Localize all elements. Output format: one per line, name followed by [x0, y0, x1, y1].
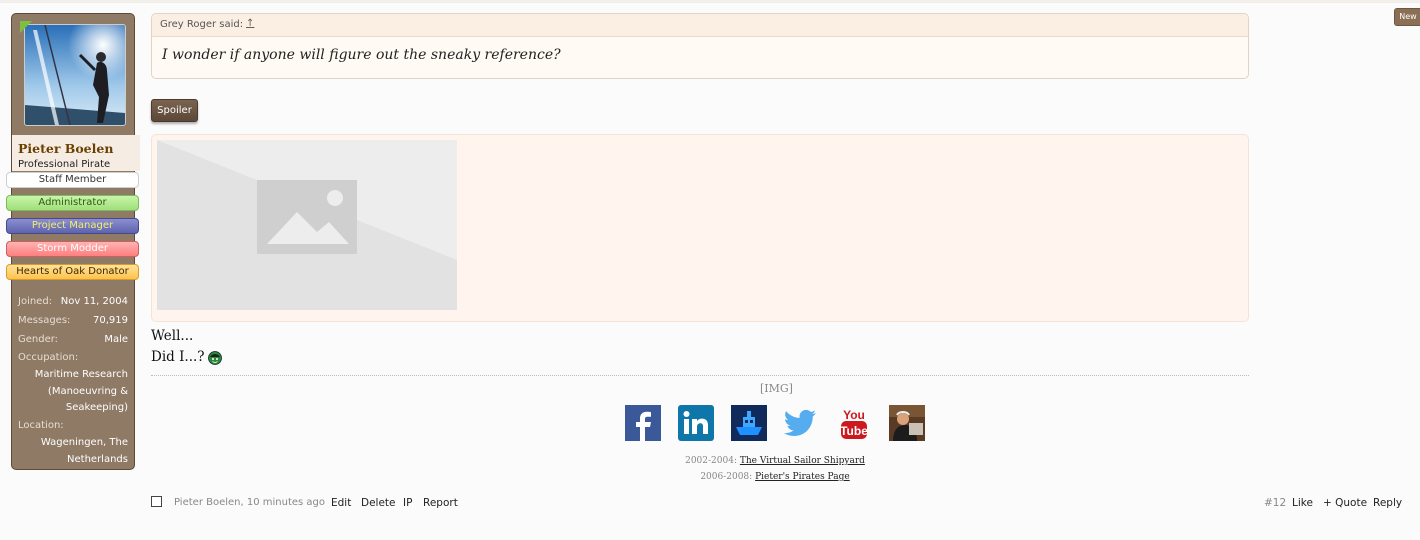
banner-staff-member: Staff Member [6, 172, 139, 188]
report-link[interactable]: Report [423, 497, 458, 509]
reply-link[interactable]: Reply [1373, 497, 1402, 509]
avatar-image [25, 25, 125, 125]
joined-label: Joined: [18, 296, 53, 307]
post-number[interactable]: #12 [1264, 497, 1286, 509]
banner-project-manager: Project Manager [6, 218, 139, 234]
post-text-line-2: Did I...? [151, 349, 205, 365]
svg-text:Tube: Tube [840, 424, 868, 438]
messages-row: Messages: 70,919 [18, 315, 128, 329]
portrait-icon[interactable] [889, 405, 925, 441]
post-text-line-1: Well... [151, 328, 194, 344]
messages-label: Messages: [18, 315, 71, 326]
pirate-smiley-icon [208, 351, 222, 365]
post-author-date[interactable]: Pieter Boelen, 10 minutes ago [174, 497, 325, 508]
twitter-icon[interactable] [782, 405, 818, 441]
delete-link[interactable]: Delete [361, 497, 396, 509]
facebook-icon[interactable] [625, 405, 661, 441]
edit-link[interactable]: Edit [331, 497, 351, 509]
joined-row: Joined: Nov 11, 2004 [18, 296, 128, 310]
quote-text: I wonder if anyone will figure out the s… [162, 47, 561, 63]
youtube-icon[interactable]: You Tube [836, 405, 872, 441]
svg-text:You: You [843, 408, 865, 422]
quote-attribution: Grey Roger said: [160, 19, 244, 30]
new-tab[interactable]: New [1394, 8, 1420, 26]
gender-row: Gender: Male [18, 334, 128, 348]
quote-link[interactable]: + Quote [1323, 497, 1367, 509]
quote-header: Grey Roger said: ↑ [152, 14, 1248, 37]
signature-divider [151, 375, 1249, 376]
ip-link[interactable]: IP [403, 497, 412, 509]
username[interactable]: Pieter Boelen [18, 141, 113, 156]
banner-storm-modder: Storm Modder [6, 241, 139, 257]
online-indicator-icon [20, 21, 32, 33]
linkedin-icon[interactable] [678, 405, 714, 441]
shipyard-icon[interactable] [731, 405, 767, 441]
signature-img-tag: [IMG] [760, 382, 793, 395]
like-link[interactable]: Like [1292, 497, 1313, 509]
pieters-pirates-page-link[interactable]: Pieter's Pirates Page [755, 472, 850, 482]
spoiler-content [151, 134, 1249, 322]
occupation-value: Maritime Research (Manoeuvring & Seakeep… [34, 369, 128, 413]
messages-value[interactable]: 70,919 [93, 315, 128, 326]
select-post-checkbox[interactable] [151, 496, 162, 507]
top-border [0, 0, 1420, 3]
gender-value: Male [104, 334, 128, 345]
quote-block: Grey Roger said: ↑ I wonder if anyone wi… [151, 13, 1249, 79]
occupation-label: Occupation: [18, 352, 79, 363]
user-title: Professional Pirate [18, 159, 111, 170]
signature-line-2: 2006-2008: Pieter's Pirates Page [700, 472, 850, 482]
spoiler-button[interactable]: Spoiler [151, 99, 198, 122]
avatar[interactable] [24, 24, 126, 126]
gender-label: Gender: [18, 334, 59, 345]
virtual-sailor-shipyard-link[interactable]: The Virtual Sailor Shipyard [740, 456, 865, 466]
image-placeholder-icon [157, 140, 457, 310]
joined-value: Nov 11, 2004 [60, 296, 128, 307]
signature-line-1: 2002-2004: The Virtual Sailor Shipyard [685, 456, 865, 466]
banner-hearts-of-oak-donator: Hearts of Oak Donator [6, 264, 139, 280]
location-label: Location: [18, 420, 64, 431]
banner-administrator: Administrator [6, 195, 139, 211]
quote-jump-icon[interactable]: ↑ [246, 18, 254, 29]
